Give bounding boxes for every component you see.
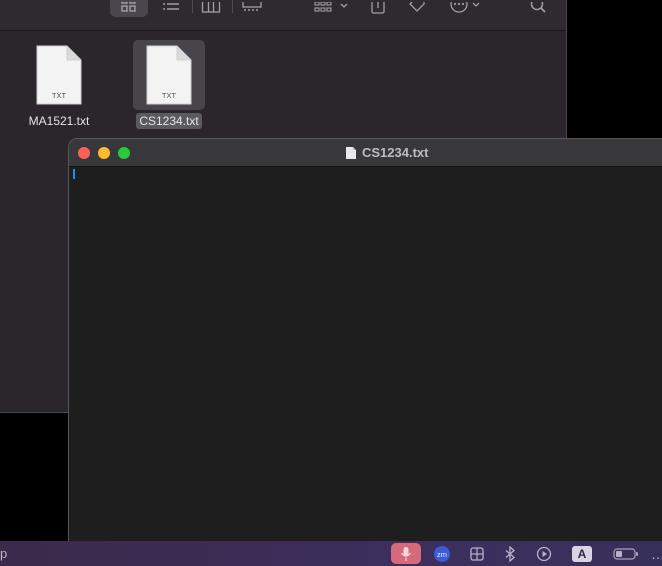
svg-text:zm: zm — [437, 550, 447, 559]
window-title: CS1234.txt — [362, 145, 429, 160]
bluetooth-menu-button[interactable] — [502, 543, 518, 564]
file-thumbnail: TXT — [23, 40, 95, 110]
bluetooth-icon — [505, 545, 515, 562]
file-name-label: CS1234.txt — [127, 113, 211, 129]
display-icon — [470, 546, 484, 561]
zoom-app-button[interactable]: zm — [432, 543, 452, 564]
zoom-icon: zm — [434, 545, 450, 562]
more-actions-button[interactable] — [446, 0, 486, 18]
columns-icon — [201, 2, 221, 13]
battery-status[interactable] — [612, 543, 640, 564]
icon-view-button[interactable] — [110, 0, 148, 17]
grid-icon — [121, 1, 136, 12]
document-icon — [346, 146, 356, 159]
file-name-label: MA1521.txt — [28, 114, 90, 128]
display-menu-button[interactable] — [468, 543, 486, 564]
textedit-window: CS1234.txt — [68, 138, 662, 550]
menubar-extra-icon[interactable]: … — [651, 543, 662, 564]
play-icon — [536, 546, 552, 561]
microphone-status-button[interactable] — [391, 543, 421, 564]
share-icon — [371, 2, 385, 14]
input-source-icon: A — [572, 545, 592, 562]
minimize-window-button[interactable] — [98, 147, 110, 159]
now-playing-button[interactable] — [535, 543, 553, 564]
gallery-icon — [242, 2, 262, 11]
list-view-button[interactable] — [160, 0, 182, 18]
file-thumbnail: TXT — [133, 40, 205, 110]
bottom-bar: p zm A — [0, 541, 662, 566]
text-file-icon: TXT — [146, 45, 192, 105]
file-badge: TXT — [52, 91, 67, 100]
editor-title-group: CS1234.txt — [345, 144, 428, 161]
text-cursor — [73, 169, 75, 179]
editor-titlebar[interactable]: CS1234.txt — [69, 139, 662, 167]
share-button[interactable] — [368, 0, 388, 18]
tag-icon — [409, 2, 425, 12]
microphone-icon — [401, 546, 411, 561]
search-button[interactable] — [528, 0, 548, 18]
text-file-icon: TXT — [36, 45, 82, 105]
group-icon — [314, 2, 348, 12]
file-badge: TXT — [162, 91, 177, 100]
text-editing-area[interactable] — [69, 167, 662, 549]
finder-toolbar — [0, 0, 566, 31]
tag-button[interactable] — [406, 0, 428, 18]
close-window-button[interactable] — [78, 147, 90, 159]
input-source-button[interactable]: A — [571, 543, 593, 564]
zoom-window-button[interactable] — [118, 147, 130, 159]
column-view-button[interactable] — [200, 0, 222, 18]
more-icon — [450, 2, 480, 13]
battery-icon — [613, 547, 638, 560]
search-icon — [530, 2, 546, 13]
bottom-left-text: p — [0, 546, 8, 561]
group-button[interactable] — [312, 0, 352, 18]
toolbar-divider — [232, 0, 233, 13]
toolbar-divider — [192, 0, 193, 13]
list-icon — [163, 3, 179, 10]
gallery-view-button[interactable] — [240, 0, 264, 18]
